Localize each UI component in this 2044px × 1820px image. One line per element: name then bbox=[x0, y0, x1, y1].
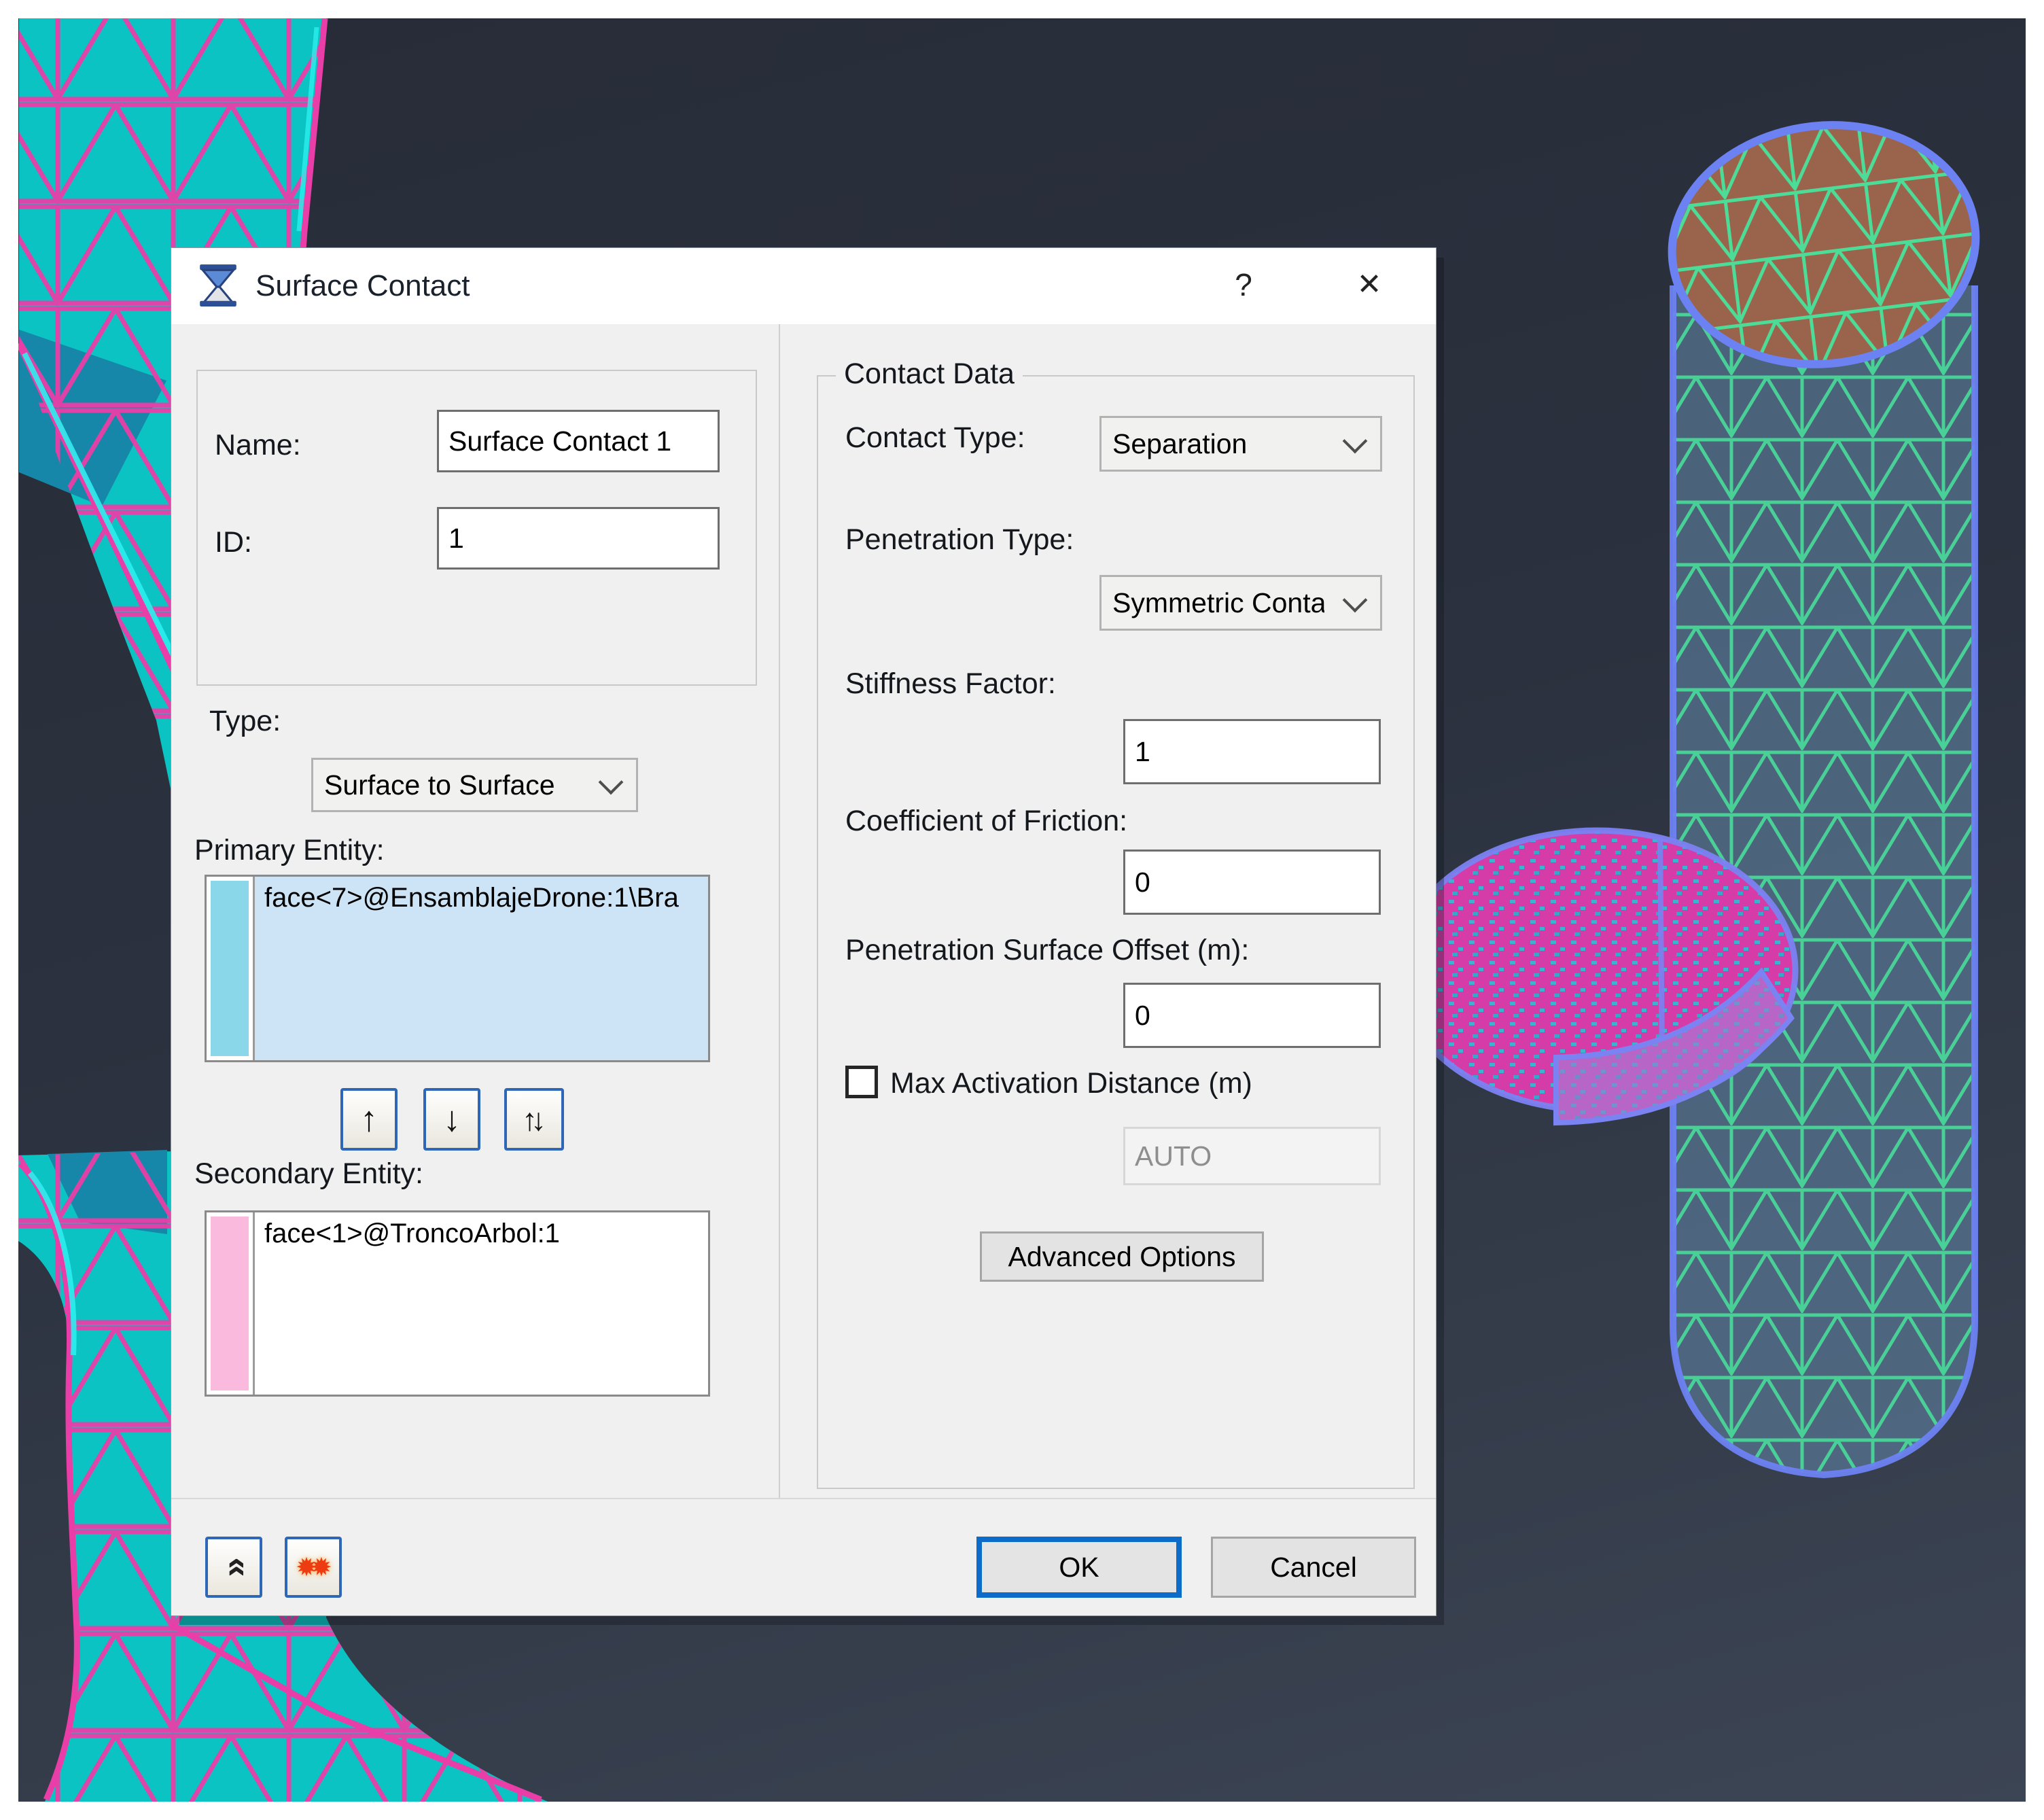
secondary-entity-label: Secondary Entity: bbox=[194, 1157, 423, 1191]
primary-entity-label: Primary Entity: bbox=[194, 834, 385, 867]
cancel-button-label: Cancel bbox=[1270, 1552, 1357, 1583]
advanced-options-button-label: Advanced Options bbox=[1008, 1241, 1235, 1273]
penetration-surface-offset-input[interactable] bbox=[1123, 983, 1381, 1048]
list-item[interactable]: face<7>@EnsamblajeDrone:1\Bra bbox=[255, 877, 708, 919]
stiffness-factor-label: Stiffness Factor: bbox=[845, 667, 1056, 701]
primary-color-swatch bbox=[211, 881, 249, 1056]
name-label: Name: bbox=[215, 429, 301, 462]
panel-divider bbox=[779, 324, 780, 1498]
penetration-type-dropdown-value: Symmetric Contact bbox=[1112, 577, 1324, 629]
contact-data-groupbox: Contact Data Contact Type: Separation Pe… bbox=[817, 375, 1415, 1489]
penetration-type-dropdown[interactable]: Symmetric Contact bbox=[1099, 575, 1382, 631]
type-dropdown-value: Surface to Surface bbox=[324, 760, 555, 810]
id-label: ID: bbox=[215, 526, 252, 559]
contact-data-group-label: Contact Data bbox=[836, 357, 1023, 391]
max-activation-distance-input[interactable] bbox=[1123, 1127, 1381, 1185]
dialog-title: Surface Contact bbox=[256, 248, 470, 324]
penetration-surface-offset-label: Penetration Surface Offset (m): bbox=[845, 934, 1249, 967]
burst-icon: ✹✹ bbox=[296, 1552, 331, 1583]
chevron-down-icon bbox=[1343, 588, 1368, 613]
dialog-title-bar[interactable]: Surface Contact ? ✕ bbox=[171, 248, 1436, 324]
cancel-button[interactable]: Cancel bbox=[1211, 1537, 1416, 1598]
secondary-entity-listbox[interactable]: face<1>@TroncoArbol:1 bbox=[205, 1210, 710, 1397]
name-input[interactable] bbox=[437, 410, 720, 472]
ok-button-label: OK bbox=[1059, 1552, 1099, 1583]
chevron-down-icon bbox=[1343, 429, 1368, 454]
contact-visualization-button[interactable]: ✹✹ bbox=[285, 1537, 342, 1598]
double-chevron-up-icon: » bbox=[213, 1558, 254, 1577]
max-activation-distance-label: Max Activation Distance (m) bbox=[890, 1067, 1252, 1100]
trunk-mesh-shape bbox=[1658, 108, 1989, 1475]
arrow-up-icon: ↑ bbox=[360, 1102, 378, 1137]
move-up-button[interactable]: ↑ bbox=[340, 1088, 398, 1151]
swap-entities-button[interactable]: ↑↓ bbox=[504, 1088, 564, 1151]
hourglass-icon bbox=[196, 263, 241, 308]
penetration-type-label: Penetration Type: bbox=[845, 523, 1074, 557]
primary-entity-listbox[interactable]: face<7>@EnsamblajeDrone:1\Bra bbox=[205, 875, 710, 1062]
type-dropdown[interactable]: Surface to Surface bbox=[311, 758, 638, 812]
stiffness-factor-input[interactable] bbox=[1123, 719, 1381, 784]
coefficient-of-friction-input[interactable] bbox=[1123, 850, 1381, 915]
type-label: Type: bbox=[209, 705, 281, 738]
chevron-down-icon bbox=[599, 770, 624, 795]
contact-type-dropdown-value: Separation bbox=[1112, 418, 1247, 470]
coefficient-of-friction-label: Coefficient of Friction: bbox=[845, 805, 1127, 838]
arrow-up-down-icon: ↑↓ bbox=[522, 1104, 546, 1135]
help-button[interactable]: ? bbox=[1206, 248, 1281, 324]
close-button[interactable]: ✕ bbox=[1332, 248, 1407, 324]
id-input[interactable] bbox=[437, 507, 720, 570]
arrow-down-icon: ↓ bbox=[443, 1102, 461, 1137]
surface-contact-dialog: Surface Contact ? ✕ Name: ID: Type: Surf… bbox=[171, 248, 1436, 1615]
footer-divider bbox=[171, 1498, 1436, 1499]
contact-type-dropdown[interactable]: Separation bbox=[1099, 416, 1382, 472]
move-down-button[interactable]: ↓ bbox=[423, 1088, 480, 1151]
max-activation-distance-checkbox[interactable] bbox=[845, 1066, 878, 1098]
list-item[interactable]: face<1>@TroncoArbol:1 bbox=[255, 1212, 708, 1255]
contact-type-label: Contact Type: bbox=[845, 421, 1025, 455]
ok-button[interactable]: OK bbox=[976, 1537, 1182, 1598]
secondary-color-swatch bbox=[211, 1217, 249, 1390]
collapse-dialog-button[interactable]: » bbox=[205, 1537, 262, 1598]
advanced-options-button[interactable]: Advanced Options bbox=[980, 1231, 1264, 1282]
